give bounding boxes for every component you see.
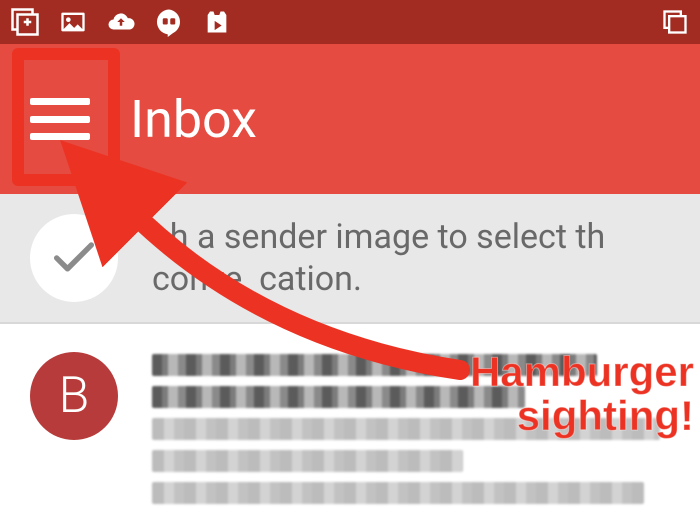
- copy-icon: [660, 7, 690, 37]
- blurred-line: [152, 450, 463, 472]
- gplus-icon: [10, 7, 40, 37]
- play-store-icon: [202, 7, 232, 37]
- blurred-subject: [152, 354, 597, 376]
- hamburger-icon: [30, 98, 90, 140]
- cloud-upload-icon: [106, 7, 136, 37]
- blurred-line: [152, 482, 644, 504]
- email-preview: [152, 352, 670, 504]
- checkmark-icon: [48, 232, 100, 284]
- gallery-icon: [58, 7, 88, 37]
- tip-text: ch a sender image to select th conve cat…: [152, 216, 670, 301]
- blurred-line: [152, 418, 660, 440]
- sender-avatar[interactable]: B: [30, 352, 118, 440]
- email-list-item[interactable]: B: [0, 324, 700, 504]
- tip-avatar[interactable]: [30, 214, 118, 302]
- hamburger-menu-button[interactable]: [0, 44, 120, 194]
- tip-banner: ch a sender image to select th conve cat…: [0, 194, 700, 324]
- status-bar: [0, 0, 700, 44]
- hangouts-icon: [154, 7, 184, 37]
- blurred-line: [152, 386, 525, 408]
- app-bar: Inbox: [0, 44, 700, 194]
- app-bar-title: Inbox: [130, 89, 257, 150]
- avatar-letter: B: [59, 367, 90, 425]
